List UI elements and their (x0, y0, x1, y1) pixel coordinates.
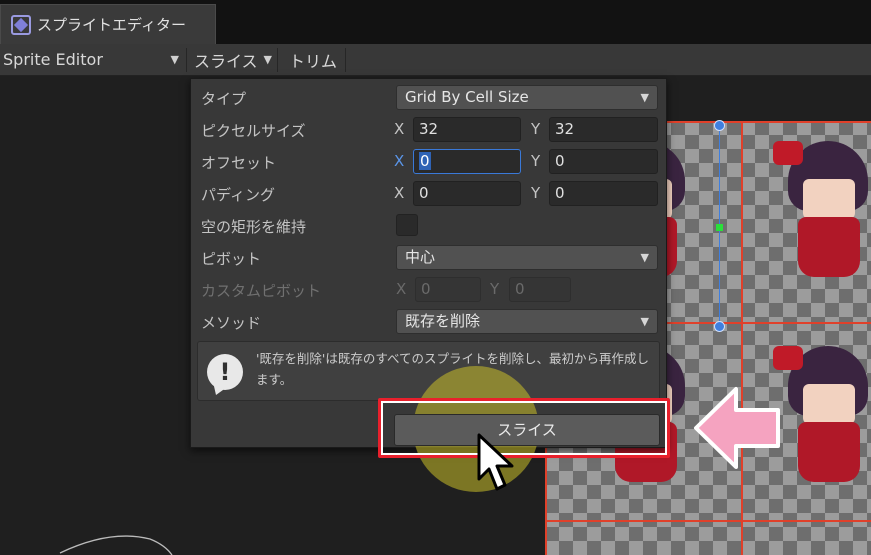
chevron-down-icon: ▼ (170, 53, 179, 66)
offset-label: オフセット (201, 154, 277, 172)
padding-label: パディング (201, 186, 275, 204)
pixel-size-x-label: X (394, 120, 405, 138)
pivot-label: ピボット (201, 250, 262, 268)
method-dropdown[interactable]: 既存を削除 ▼ (396, 309, 658, 334)
chevron-down-icon: ▼ (640, 315, 649, 328)
sprite-editor-icon (11, 14, 31, 35)
type-value: Grid By Cell Size (405, 88, 529, 106)
custom-pivot-x-label: X (396, 280, 407, 298)
keep-empty-checkbox[interactable] (396, 214, 418, 236)
slice-menu-button[interactable]: スライス ▼ (194, 44, 272, 75)
chevron-down-icon: ▼ (640, 251, 649, 264)
slice-rect[interactable] (741, 121, 871, 324)
padding-row: パディング X 0 Y 0 (191, 179, 666, 209)
pixel-size-y-label: Y (531, 120, 541, 138)
padding-x-field[interactable]: 0 (413, 181, 521, 206)
padding-x-label: X (394, 184, 405, 202)
trim-label: トリム (289, 51, 338, 71)
info-icon: ! (207, 354, 243, 390)
offset-y-field[interactable]: 0 (549, 149, 658, 174)
custom-pivot-row: カスタムピボット X 0 Y 0 (191, 275, 666, 305)
pixel-size-x-field[interactable]: 32 (413, 117, 521, 142)
offset-x-label: X (394, 152, 405, 170)
pixel-size-y-field[interactable]: 32 (549, 117, 658, 142)
sprite-editor-tab[interactable]: スプライトエディター (0, 4, 216, 44)
slice-button[interactable]: スライス (394, 414, 660, 446)
chevron-down-icon: ▼ (263, 53, 272, 66)
editor-toolbar: Sprite Editor ▼ スライス ▼ トリム (0, 44, 871, 76)
selection-handle[interactable] (714, 120, 725, 131)
pivot-handle[interactable] (716, 224, 723, 231)
custom-pivot-x-field: 0 (415, 277, 481, 302)
method-value: 既存を削除 (405, 312, 481, 330)
mode-dropdown[interactable]: Sprite Editor ▼ (3, 44, 183, 75)
padding-y-label: Y (531, 184, 541, 202)
pivot-value: 中心 (405, 248, 436, 266)
canvas-stroke (59, 535, 173, 555)
toolbar-divider (186, 48, 187, 72)
type-row: タイプ Grid By Cell Size ▼ (191, 83, 666, 113)
custom-pivot-y-field: 0 (509, 277, 571, 302)
mouse-cursor-icon (477, 433, 514, 491)
window-tab-bar: スプライトエディター (0, 0, 871, 44)
pivot-row: ピボット 中心 ▼ (191, 243, 666, 273)
pointing-arrow-icon (694, 387, 780, 469)
custom-pivot-label: カスタムピボット (201, 282, 322, 300)
padding-y-field[interactable]: 0 (549, 181, 658, 206)
type-label: タイプ (201, 90, 247, 108)
custom-pivot-y-label: Y (490, 280, 500, 298)
offset-x-field[interactable]: 0 (413, 149, 521, 174)
mode-dropdown-label: Sprite Editor (3, 50, 103, 69)
trim-button[interactable]: トリム (289, 44, 337, 75)
offset-x-value: 0 (419, 152, 431, 170)
type-dropdown[interactable]: Grid By Cell Size ▼ (396, 85, 658, 110)
slice-menu-label: スライス (194, 51, 258, 71)
offset-y-label: Y (531, 152, 541, 170)
keep-empty-label: 空の矩形を維持 (201, 218, 307, 236)
chevron-down-icon: ▼ (640, 91, 649, 104)
toolbar-divider (277, 48, 278, 72)
keep-empty-row: 空の矩形を維持 (191, 211, 666, 241)
pivot-dropdown[interactable]: 中心 ▼ (396, 245, 658, 270)
toolbar-divider (345, 48, 346, 72)
slice-rect[interactable] (741, 520, 871, 555)
selection-handle[interactable] (714, 321, 725, 332)
offset-row: オフセット X 0 Y 0 (191, 147, 666, 177)
pixel-size-row: ピクセルサイズ X 32 Y 32 (191, 115, 666, 145)
pixel-size-label: ピクセルサイズ (201, 122, 306, 140)
method-label: メソッド (201, 314, 262, 332)
method-row: メソッド 既存を削除 ▼ (191, 307, 666, 337)
tab-title: スプライトエディター (37, 16, 186, 34)
slice-rect[interactable] (545, 520, 743, 555)
